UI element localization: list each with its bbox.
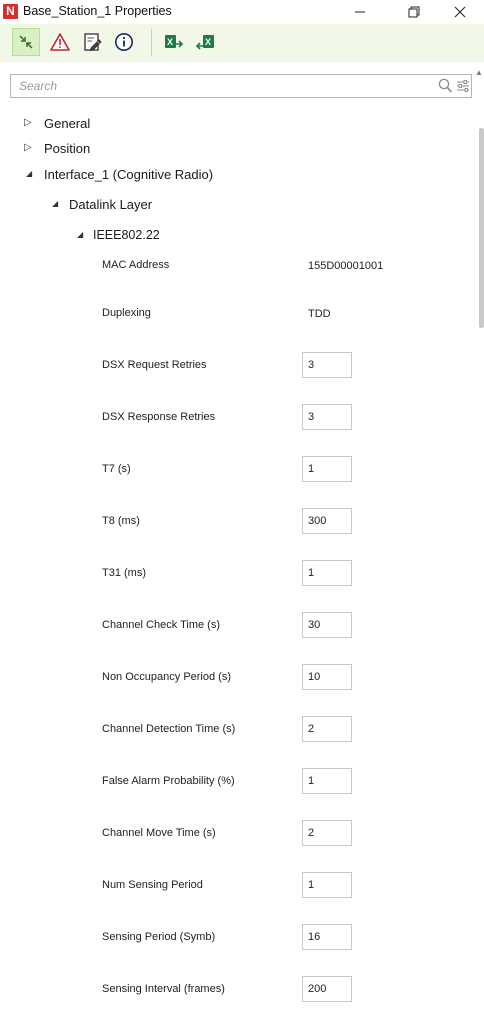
num-sensing-period-field[interactable] [302, 872, 352, 898]
excel-import-button[interactable]: X [192, 28, 220, 56]
search-input[interactable] [19, 78, 419, 94]
collapse-arrows-icon [19, 35, 33, 49]
restore-icon [408, 6, 420, 18]
app-logo-icon: N [3, 4, 18, 19]
info-button[interactable] [110, 28, 138, 56]
collapse-arrow-icon[interactable]: ◢ [26, 169, 32, 178]
close-button[interactable] [438, 0, 482, 24]
search-icon[interactable] [438, 78, 453, 94]
toolbar: X X ▲ [0, 24, 484, 77]
excel-export-icon: X [165, 35, 184, 48]
svg-text:X: X [167, 37, 173, 47]
channel-detection-time-field[interactable] [302, 716, 352, 742]
t7-field[interactable] [302, 456, 352, 482]
tree-label: Datalink Layer [69, 197, 153, 212]
t8-label: T8 (ms) [102, 515, 140, 527]
duplexing-label: Duplexing [102, 307, 151, 319]
t31-label: T31 (ms) [102, 567, 146, 579]
edit-document-icon [84, 33, 102, 52]
warning-icon [50, 33, 70, 51]
mac-address-value: 155D00001001 [308, 260, 384, 272]
num-sensing-period-label: Num Sensing Period [102, 879, 203, 891]
search-box [10, 74, 472, 98]
filter-settings-icon[interactable] [456, 79, 470, 93]
channel-check-time-field[interactable] [302, 612, 352, 638]
collapse-arrow-icon[interactable]: ◢ [77, 230, 83, 239]
mac-address-label: MAC Address [102, 259, 170, 271]
toolbar-scroll-up-icon[interactable]: ▲ [475, 68, 483, 77]
excel-export-button[interactable]: X [160, 28, 188, 56]
collapse-all-button[interactable] [12, 28, 40, 56]
minimize-button[interactable] [338, 0, 382, 24]
sensing-period-field[interactable] [302, 924, 352, 950]
t31-field[interactable] [302, 560, 352, 586]
non-occupancy-period-label: Non Occupancy Period (s) [102, 671, 231, 683]
sensing-period-label: Sensing Period (Symb) [102, 931, 216, 943]
window-title: Base_Station_1 Properties [23, 4, 172, 18]
svg-text:X: X [205, 37, 211, 47]
channel-check-time-label: Channel Check Time (s) [102, 619, 220, 631]
maximize-button[interactable] [392, 0, 436, 24]
dsx-request-retries-label: DSX Request Retries [102, 359, 207, 371]
dsx-response-retries-field[interactable] [302, 404, 352, 430]
info-icon [115, 33, 133, 51]
tree-label: IEEE802.22 [93, 228, 160, 242]
sensing-interval-label: Sensing Interval (frames) [102, 983, 225, 995]
collapse-arrow-icon[interactable]: ◢ [52, 199, 58, 208]
edit-button[interactable] [78, 28, 106, 56]
excel-import-icon: X [195, 35, 214, 50]
scrollbar-thumb[interactable] [479, 128, 484, 328]
dsx-response-retries-label: DSX Response Retries [102, 411, 216, 423]
channel-move-time-field[interactable] [302, 820, 352, 846]
duplexing-value: TDD [308, 308, 331, 320]
false-alarm-probability-label: False Alarm Probability (%) [102, 775, 235, 787]
toolbar-separator [151, 29, 152, 56]
channel-detection-time-label: Channel Detection Time (s) [102, 723, 236, 735]
t8-field[interactable] [302, 508, 352, 534]
expand-arrow-icon[interactable]: ▷ [24, 117, 32, 128]
tree-label: Interface_1 (Cognitive Radio) [44, 167, 214, 182]
title-bar: N Base_Station_1 Properties [0, 0, 484, 24]
false-alarm-probability-field[interactable] [302, 768, 352, 794]
channel-move-time-label: Channel Move Time (s) [102, 827, 216, 839]
sensing-interval-field[interactable] [302, 976, 352, 1002]
tree-label: General [44, 116, 91, 131]
t7-label: T7 (s) [102, 463, 131, 475]
warnings-button[interactable] [46, 28, 74, 56]
minimize-icon [355, 11, 365, 13]
expand-arrow-icon[interactable]: ▷ [24, 142, 32, 153]
tree-label: Position [44, 141, 91, 156]
dsx-request-retries-field[interactable] [302, 352, 352, 378]
close-icon [454, 6, 466, 18]
non-occupancy-period-field[interactable] [302, 664, 352, 690]
